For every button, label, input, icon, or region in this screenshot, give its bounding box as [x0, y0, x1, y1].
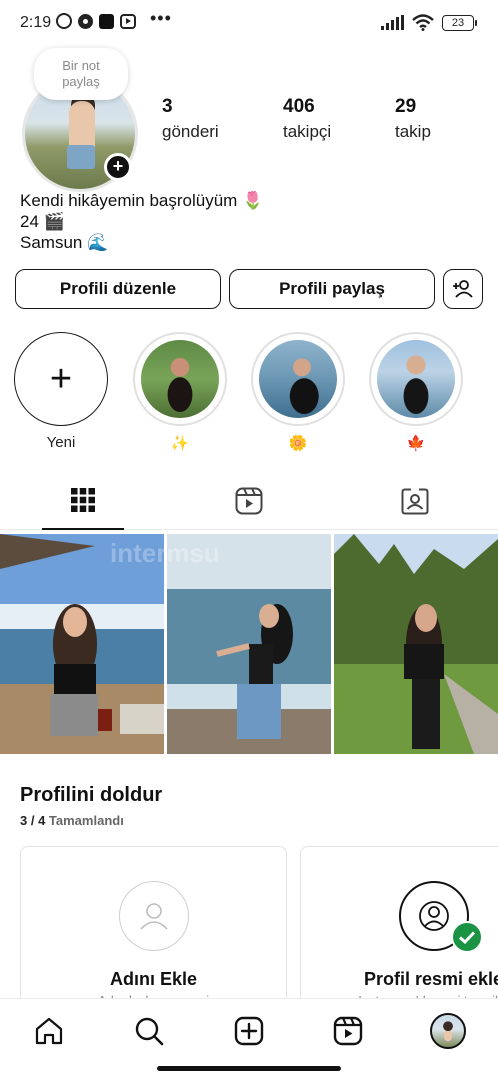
create-icon — [234, 1016, 264, 1046]
profile-bio: Kendi hikâyemin başrolüyüm 🌷 24 🎬 Samsun… — [20, 190, 263, 253]
bio-line-2: 24 🎬 — [20, 212, 65, 231]
highlight-ring — [251, 332, 345, 426]
card-title: Profil resmi ekle — [363, 969, 498, 989]
progress-count: 3 / 4 — [20, 813, 46, 828]
signal-icon — [381, 15, 404, 30]
stat-following[interactable]: 29 takip — [395, 96, 431, 142]
tab-posts[interactable] — [42, 472, 124, 530]
app-notification-icon — [99, 13, 114, 29]
note-placeholder-line2: paylaş — [62, 74, 100, 89]
nav-profile[interactable] — [428, 1011, 468, 1051]
stat-posts-label: gönderi — [162, 122, 219, 141]
reels-icon — [333, 1016, 363, 1046]
highlight-thumbnail — [141, 340, 219, 418]
nav-search[interactable] — [129, 1011, 169, 1051]
complete-profile-progress: 3 / 4 Tamamlandı — [20, 813, 162, 828]
more-notifications-icon: ••• — [150, 7, 172, 28]
search-icon — [135, 1017, 164, 1046]
card-icon-circle — [399, 881, 483, 953]
nav-reels[interactable] — [328, 1011, 368, 1051]
grid-icon — [71, 488, 95, 512]
post-image — [334, 534, 498, 754]
story-highlights: + Yeni ✨ 🌼 🍁 — [0, 332, 498, 452]
progress-label: Tamamlandı — [48, 813, 124, 828]
highlight-thumbnail — [377, 340, 455, 418]
complete-profile-section: Profilini doldur 3 / 4 Tamamlandı — [20, 784, 162, 828]
battery-indicator: 23 — [442, 14, 477, 31]
nav-home[interactable] — [29, 1011, 69, 1051]
person-icon — [139, 902, 168, 930]
notification-icons: ••• — [56, 8, 172, 29]
system-icons: 23 — [381, 14, 477, 31]
highlight-new-ring: + — [14, 332, 108, 426]
reels-icon — [235, 487, 263, 515]
profile-tabs — [0, 472, 498, 530]
stat-followers[interactable]: 406 takipçi — [283, 96, 331, 142]
stat-following-label: takip — [395, 122, 431, 141]
highlight-label: ✨ — [170, 435, 190, 452]
stat-following-value: 29 — [395, 96, 417, 117]
status-bar: 2:19 ••• 23 — [0, 0, 498, 44]
note-bubble[interactable]: Bir not paylaş — [34, 48, 128, 100]
highlight-item[interactable]: ✨ — [132, 332, 228, 452]
tab-reels[interactable] — [208, 472, 290, 530]
add-person-icon — [453, 280, 473, 298]
watermark: intermsu — [110, 538, 220, 568]
add-story-icon[interactable]: + — [104, 153, 132, 181]
card-title: Adını Ekle — [109, 969, 198, 989]
stat-posts-value: 3 — [162, 96, 173, 117]
post-grid: intermsu — [0, 534, 498, 754]
svg-text:intermsu: intermsu — [110, 538, 220, 568]
complete-profile-cards: Adını Ekle Arkadaşlarının seni Profil re… — [20, 846, 498, 1006]
home-indicator — [157, 1066, 341, 1071]
stat-posts[interactable]: 3 gönderi — [162, 96, 219, 142]
tab-tagged[interactable] — [374, 472, 456, 530]
football-icon — [78, 13, 93, 29]
tagged-icon — [401, 488, 429, 515]
alarm-icon — [56, 13, 72, 29]
note-placeholder-line1: Bir not — [62, 58, 100, 73]
check-icon — [451, 921, 483, 953]
profile-actions: Profili düzenle Profili paylaş — [15, 269, 483, 309]
stat-followers-label: takipçi — [283, 122, 332, 141]
highlight-ring — [369, 332, 463, 426]
bio-line-1: Kendi hikâyemin başrolüyüm 🌷 — [20, 191, 264, 210]
profile-avatar-small — [430, 1013, 466, 1049]
complete-profile-title: Profilini doldur — [20, 784, 163, 806]
bio-line-3: Samsun 🌊 — [20, 233, 109, 252]
add-name-card[interactable]: Adını Ekle Arkadaşlarının seni — [20, 846, 287, 1006]
stat-followers-value: 406 — [283, 96, 315, 117]
highlight-ring — [133, 332, 227, 426]
highlight-label: Yeni — [46, 434, 76, 451]
highlight-label: 🌼 — [288, 435, 308, 452]
youtube-icon — [120, 13, 136, 29]
highlight-label: 🍁 — [406, 435, 426, 452]
share-profile-button[interactable]: Profili paylaş — [229, 269, 435, 309]
discover-people-button[interactable] — [443, 269, 483, 309]
highlight-new[interactable]: + Yeni — [13, 332, 109, 451]
wifi-icon — [412, 14, 434, 31]
edit-profile-button[interactable]: Profili düzenle — [15, 269, 221, 309]
highlight-item[interactable]: 🍁 — [368, 332, 464, 452]
add-profile-photo-card[interactable]: Profil resmi ekle Instagram'da seni tems… — [300, 846, 498, 1006]
post-thumbnail[interactable] — [334, 534, 498, 754]
highlight-thumbnail — [259, 340, 337, 418]
card-icon-circle — [119, 881, 189, 951]
status-time: 2:19 — [20, 14, 52, 31]
highlight-item[interactable]: 🌼 — [250, 332, 346, 452]
nav-create[interactable] — [229, 1011, 269, 1051]
home-icon — [35, 1017, 63, 1045]
plus-icon: + — [49, 358, 73, 400]
